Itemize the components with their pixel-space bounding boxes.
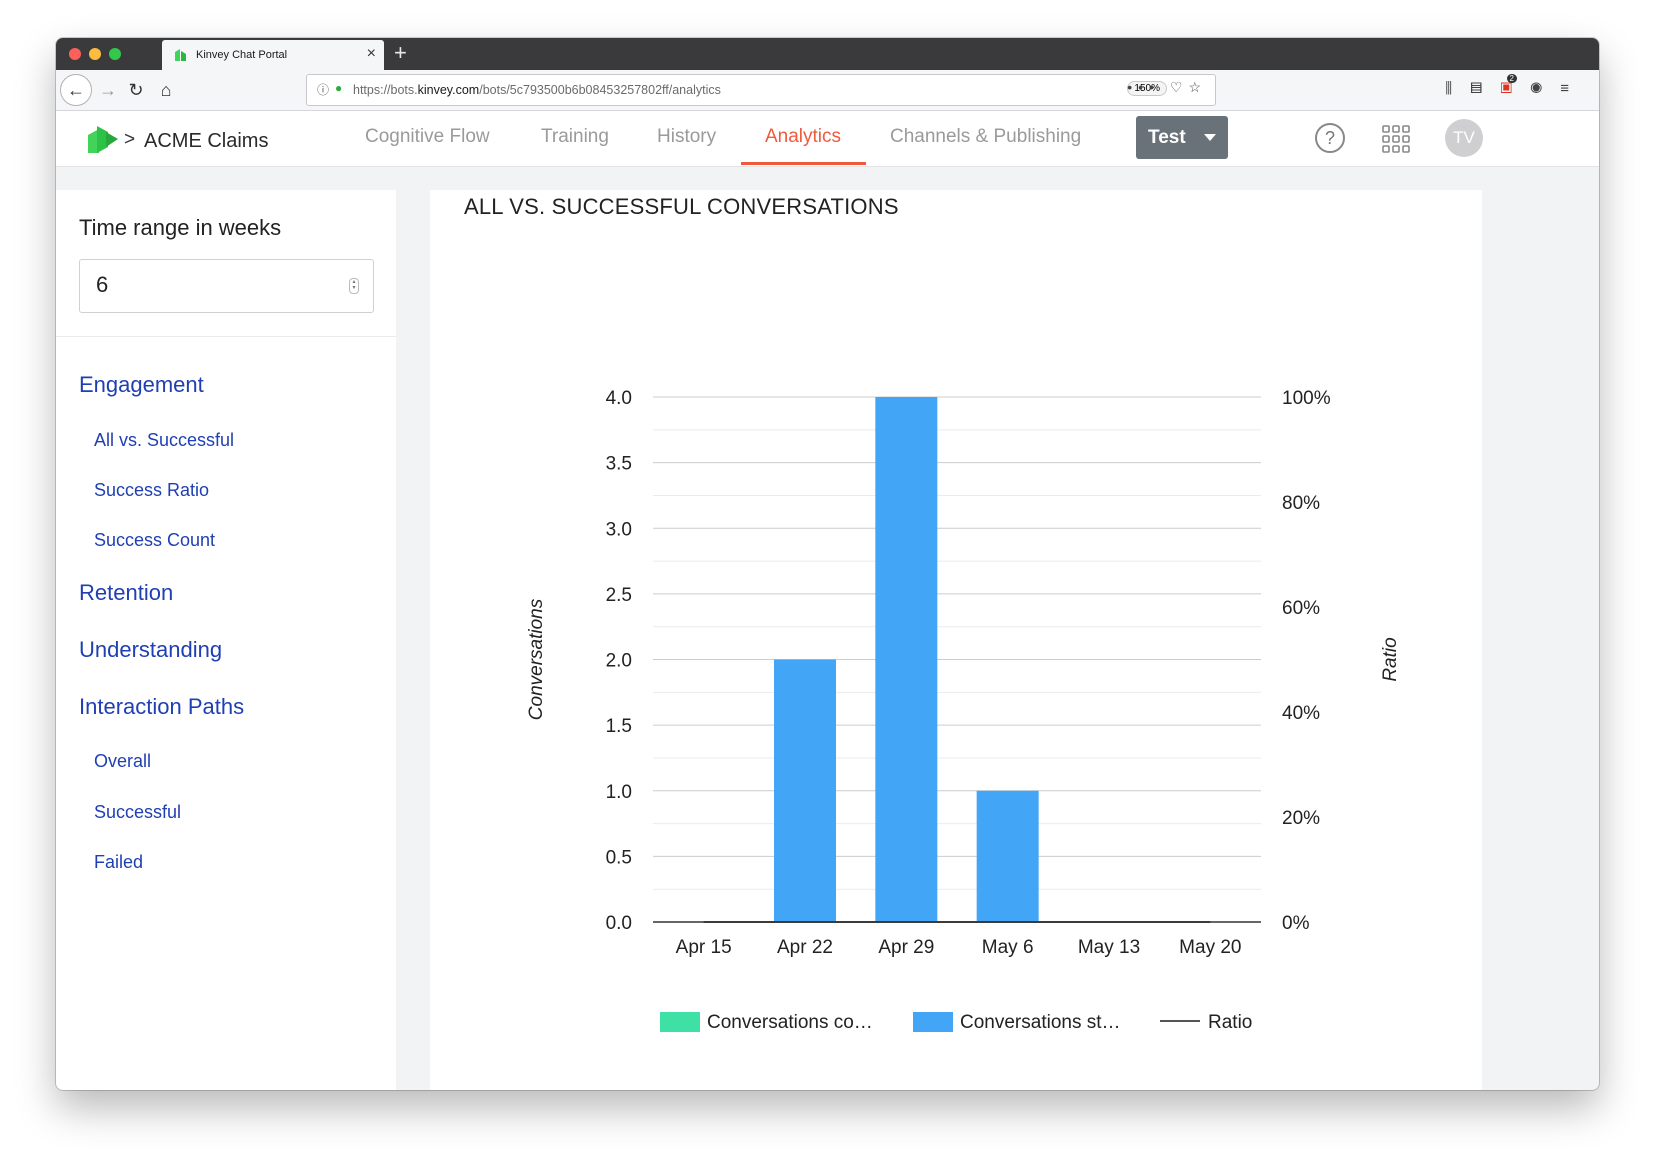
library-icon[interactable]: ⫼ (1445, 80, 1470, 97)
y-tick-label: 1.5 (606, 716, 632, 737)
app-header: > ACME Claims Cognitive Flow Training Hi… (56, 111, 1599, 167)
more-actions-icon[interactable]: ••• (1127, 79, 1160, 95)
active-tab-indicator (741, 162, 866, 165)
y-tick-label: 0.5 (606, 847, 632, 868)
reload-button[interactable]: ↻ (122, 76, 150, 104)
chevron-down-icon (1204, 134, 1216, 141)
hamburger-menu-icon[interactable]: ≡ (1560, 80, 1587, 97)
y-tick-label: 0.0 (606, 913, 632, 934)
sidebar-divider (56, 336, 396, 337)
address-bar[interactable]: ⓘ ● https://bots.kinvey.com/bots/5c79350… (306, 74, 1216, 106)
pocket-icon[interactable]: ♡ (1170, 79, 1189, 95)
time-range-label: Time range in weeks (79, 215, 282, 240)
legend-label: Conversations co… (707, 1012, 873, 1033)
environment-dropdown-button[interactable]: Test (1136, 116, 1228, 159)
y-tick-label: 3.0 (606, 519, 632, 540)
nav-understanding[interactable]: Understanding (79, 637, 222, 663)
y-tick-label: 3.5 (606, 454, 632, 475)
nav-engagement[interactable]: Engagement (79, 372, 204, 398)
bot-name[interactable]: ACME Claims (144, 130, 268, 153)
y2-tick-label: 40% (1282, 703, 1320, 724)
menu-training[interactable]: Training (541, 126, 609, 148)
close-tab-icon[interactable]: × (367, 46, 376, 62)
kinvey-logo-icon[interactable] (86, 123, 120, 157)
account-icon[interactable]: ◉ (1530, 80, 1560, 97)
browser-tab[interactable]: Kinvey Chat Portal × (162, 40, 384, 70)
y2-tick-label: 20% (1282, 808, 1320, 829)
x-tick-label: May 6 (982, 937, 1034, 958)
nav-interaction-paths[interactable]: Interaction Paths (79, 694, 244, 720)
toolbar-icons: ⫼▤▣◉≡ (1445, 80, 1587, 97)
conversations-chart: 0.0 0.5 1.0 1.5 2.0 2.5 3.0 3.5 4.0 0% 20% 40% 60% 80… (526, 388, 1401, 1033)
apps-grid-icon[interactable] (1381, 124, 1411, 154)
y2-tick-label: 0% (1282, 913, 1310, 934)
y-tick-label: 4.0 (606, 388, 632, 409)
nav-paths-overall[interactable]: Overall (94, 751, 151, 772)
menu-cognitive-flow[interactable]: Cognitive Flow (365, 126, 490, 148)
page-actions: ••• ♡☆ (1127, 79, 1207, 96)
extension-badge: 2 (1506, 74, 1517, 83)
nav-success-ratio[interactable]: Success Ratio (94, 480, 209, 501)
y2-tick-label: 80% (1282, 493, 1320, 514)
close-window-button[interactable] (69, 48, 81, 60)
legend-swatch (913, 1012, 953, 1032)
x-tick-label: Apr 29 (878, 937, 934, 958)
navigation-bar: ← → ↻ ⌂ ⓘ ● https://bots.kinvey.com/bots… (56, 70, 1599, 111)
home-button[interactable]: ⌂ (152, 76, 180, 104)
x-tick-label: Apr 22 (777, 937, 833, 958)
y-axis-title: Conversations (526, 598, 547, 720)
bookmark-star-icon[interactable]: ☆ (1188, 79, 1207, 95)
x-tick-label: May 20 (1179, 937, 1241, 958)
url-text: https://bots.kinvey.com/bots/5c793500b6b… (353, 83, 721, 97)
lock-icon: ● (335, 81, 343, 95)
bar (774, 659, 836, 922)
nav-retention[interactable]: Retention (79, 580, 173, 606)
new-tab-button[interactable]: + (394, 40, 407, 66)
nav-all-vs-successful[interactable]: All vs. Successful (94, 430, 234, 451)
chart-card: ALL VS. SUCCESSFUL CONVERSATIONS 0.0 0.5 1… (430, 190, 1482, 1090)
menu-channels-publishing[interactable]: Channels & Publishing (890, 126, 1081, 148)
sidebar-icon[interactable]: ▤ (1470, 80, 1500, 97)
legend-label: Conversations st… (960, 1012, 1121, 1033)
forward-button[interactable]: → (94, 76, 122, 104)
extension-icon[interactable]: ▣ (1500, 80, 1530, 97)
x-tick-label: May 13 (1078, 937, 1140, 958)
menu-analytics[interactable]: Analytics (765, 126, 841, 148)
nav-paths-failed[interactable]: Failed (94, 852, 143, 873)
nav-success-count[interactable]: Success Count (94, 530, 215, 551)
nav-paths-successful[interactable]: Successful (94, 802, 181, 823)
legend-label: Ratio (1208, 1012, 1252, 1033)
y2-axis-title: Ratio (1380, 637, 1401, 681)
breadcrumb-separator: > (124, 129, 136, 150)
y2-tick-label: 60% (1282, 598, 1320, 619)
environment-label: Test (1148, 126, 1186, 148)
y-tick-label: 1.0 (606, 782, 632, 803)
tab-bar: Kinvey Chat Portal × + (56, 38, 1599, 70)
y-tick-label: 2.5 (606, 585, 632, 606)
x-tick-label: Apr 15 (676, 937, 732, 958)
kinvey-favicon-icon (175, 49, 186, 61)
tab-title: Kinvey Chat Portal (196, 49, 288, 61)
y2-tick-label: 100% (1282, 388, 1331, 409)
weeks-number-input[interactable]: 6 ▴ ▾ (79, 259, 374, 313)
help-icon[interactable]: ? (1315, 123, 1345, 153)
back-button[interactable]: ← (60, 74, 92, 106)
user-avatar[interactable]: TV (1445, 119, 1483, 157)
bar (976, 790, 1039, 922)
y-tick-label: 2.0 (606, 651, 632, 672)
analytics-sidebar: Time range in weeks 6 ▴ ▾ Engagement All … (56, 190, 396, 1090)
info-icon[interactable]: ⓘ (317, 81, 329, 98)
bar (875, 397, 938, 922)
number-stepper-icon[interactable]: ▴ ▾ (349, 278, 359, 294)
weeks-value: 6 (96, 272, 109, 297)
minimize-window-button[interactable] (89, 48, 101, 60)
browser-window: Kinvey Chat Portal × + ← → ↻ ⌂ ⓘ ● https… (56, 38, 1599, 1090)
maximize-window-button[interactable] (109, 48, 121, 60)
legend-swatch (660, 1012, 700, 1032)
menu-history[interactable]: History (657, 126, 716, 148)
